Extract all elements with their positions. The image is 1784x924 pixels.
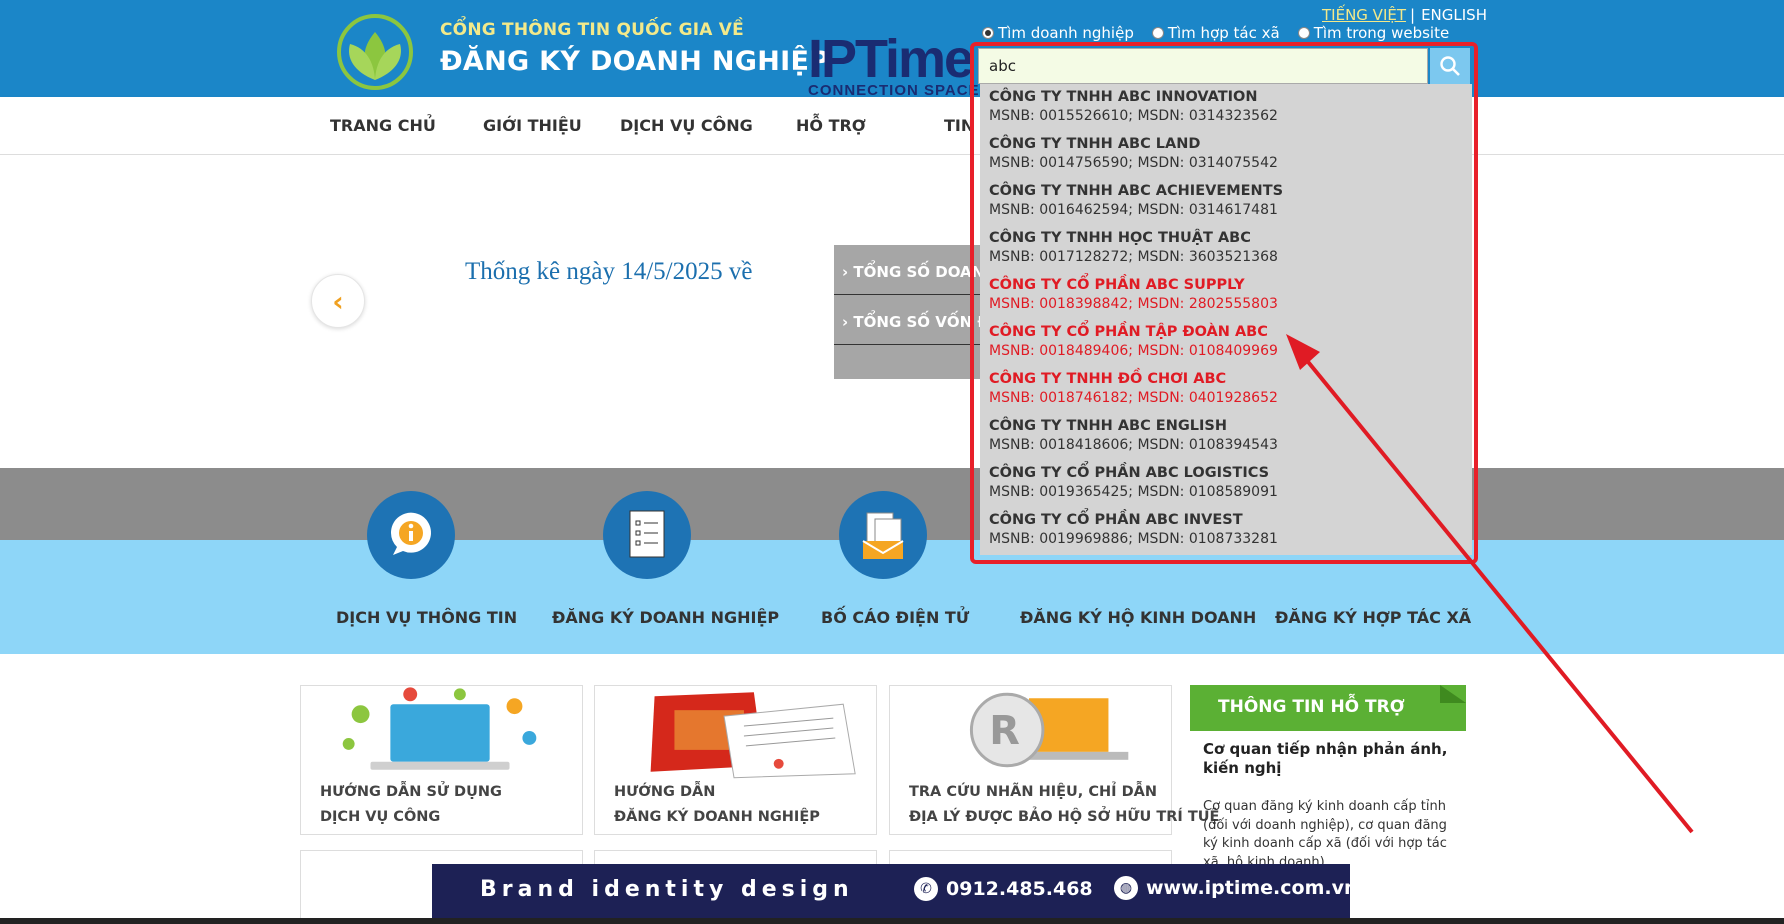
laptop-apps-icon — [342, 687, 537, 770]
brand-strip: Brand identity design ✆ 0912.485.468 ◍ www… — [432, 864, 1358, 918]
service-label-household-business[interactable]: ĐĂNG KÝ HỘ KINH DOANH — [1020, 608, 1256, 627]
search-option-cooperative[interactable]: Tìm hợp tác xã — [1151, 24, 1280, 42]
service-label-info[interactable]: DỊCH VỤ THÔNG TIN — [336, 608, 517, 627]
search-option-business[interactable]: Tìm doanh nghiệp — [982, 24, 1134, 42]
lang-vietnamese-link[interactable]: TIẾNG VIỆT — [1322, 6, 1406, 24]
service-label-e-announcement[interactable]: BỐ CÁO ĐIỆN TỬ — [821, 608, 969, 627]
suggestion-company-codes: MSNB: 0014756590; MSDN: 0314075542 — [989, 155, 1278, 171]
brand-website: ◍ www.iptime.com.vn — [1114, 876, 1358, 900]
nav-item-support[interactable]: HỖ TRỢ — [796, 116, 866, 135]
svg-text:R: R — [989, 708, 1020, 754]
radio-icon[interactable] — [982, 27, 994, 39]
card-title-line2: DỊCH VỤ CÔNG — [320, 809, 441, 825]
bottom-bar — [0, 918, 1784, 924]
suggestion-company-name: CÔNG TY CỔ PHẦN ABC SUPPLY — [989, 277, 1245, 293]
suggestion-company-codes: MSNB: 0019365425; MSDN: 0108589091 — [989, 484, 1278, 500]
email-announcement-icon[interactable] — [839, 491, 927, 579]
suggestion-company-name: CÔNG TY TNHH ĐỒ CHƠI ABC — [989, 371, 1227, 387]
search-icon — [1440, 56, 1460, 76]
service-label-business-registration[interactable]: ĐĂNG KÝ DOANH NGHIỆP — [552, 608, 779, 627]
brand-slogan: Brand identity design — [480, 877, 854, 902]
site-subtitle: CỔNG THÔNG TIN QUỐC GIA VỀ — [440, 20, 744, 40]
suggestion-company-name: CÔNG TY CỔ PHẦN ABC LOGISTICS — [989, 465, 1270, 481]
site-header: CỔNG THÔNG TIN QUỐC GIA VỀ ĐĂNG KÝ DOANH… — [0, 0, 1784, 99]
main-nav: TRANG CHỦ GIỚI THIỆU DỊCH VỤ CÔNG HỖ TRỢ… — [0, 97, 1784, 155]
support-heading: THÔNG TIN HỖ TRỢ — [1190, 685, 1466, 731]
suggestion-company-codes: MSNB: 0018746182; MSDN: 0401928652 — [989, 390, 1278, 406]
suggestion-company-name: CÔNG TY TNHH ABC INNOVATION — [989, 89, 1258, 105]
suggestion-item[interactable]: CÔNG TY TNHH ABC LAND MSNB: 0014756590; M… — [980, 135, 1472, 182]
suggestion-item[interactable]: CÔNG TY CỔ PHẦN ABC LOGISTICS MSNB: 00193… — [980, 464, 1472, 511]
radio-icon[interactable] — [1151, 27, 1164, 39]
suggestion-item[interactable]: CÔNG TY TNHH HỌC THUẬT ABC MSNB: 00171282… — [980, 229, 1472, 276]
nav-item-home[interactable]: TRANG CHỦ — [330, 116, 436, 135]
stat-title: Thống kê ngày 14/5/2025 về — [465, 258, 753, 285]
card-business-registration-guide[interactable]: HƯỚNG DẪN ĐĂNG KÝ DOANH NGHIỆP — [594, 685, 877, 835]
card-title-line2: ĐĂNG KÝ DOANH NGHIỆP — [614, 809, 820, 825]
suggestion-company-codes: MSNB: 0017128272; MSDN: 3603521368 — [989, 249, 1278, 265]
card-title-line1: HƯỚNG DẪN SỬ DỤNG — [320, 784, 502, 800]
suggestion-company-name: CÔNG TY TNHH ABC ACHIEVEMENTS — [989, 183, 1284, 199]
search-type-options: Tìm doanh nghiệp Tìm hợp tác xã Tìm tron… — [982, 24, 1449, 42]
partner-logo: IPTime CONNECTION SPACE — [808, 32, 980, 99]
card-title-line2: ĐỊA LÝ ĐƯỢC BẢO HỘ SỞ HỮU TRÍ TUỆ — [909, 809, 1220, 825]
stat-row[interactable]: › TỔNG SỐ DOANH N — [834, 245, 984, 295]
suggestion-company-codes: MSNB: 0018418606; MSDN: 0108394543 — [989, 437, 1278, 453]
lang-english-link[interactable]: ENGLISH — [1421, 6, 1487, 24]
info-service-icon[interactable] — [367, 491, 455, 579]
service-label-cooperative[interactable]: ĐĂNG KÝ HỢP TÁC XÃ — [1275, 608, 1471, 627]
globe-icon: ◍ — [1114, 876, 1138, 900]
radio-icon[interactable] — [1297, 27, 1310, 39]
search-option-website[interactable]: Tìm trong website — [1297, 24, 1449, 42]
support-question[interactable]: Cơ quan tiếp nhận phản ánh, kiến nghị — [1203, 740, 1463, 778]
registered-trademark-icon: R — [969, 692, 1129, 768]
suggestion-company-name: CÔNG TY TNHH ABC ENGLISH — [989, 418, 1227, 434]
nav-item-public-services[interactable]: DỊCH VỤ CÔNG — [620, 116, 753, 135]
suggestion-item[interactable]: CÔNG TY TNHH ABC ENGLISH MSNB: 0018418606… — [980, 417, 1472, 464]
carousel-prev-button[interactable]: ‹ — [311, 274, 365, 328]
leaf-logo-icon[interactable] — [332, 10, 418, 90]
suggestion-item[interactable]: CÔNG TY CỔ PHẦN TẬP ĐOÀN ABC MSNB: 001848… — [980, 323, 1472, 370]
suggestion-company-codes: MSNB: 0019969886; MSDN: 0108733281 — [989, 531, 1278, 547]
suggestion-company-name: CÔNG TY TNHH HỌC THUẬT ABC — [989, 230, 1251, 246]
nav-item-about[interactable]: GIỚI THIỆU — [483, 116, 582, 135]
phone-icon: ✆ — [914, 877, 938, 901]
suggestion-company-codes: MSNB: 0016462594; MSDN: 0314617481 — [989, 202, 1278, 218]
stat-box: › TỔNG SỐ DOANH N › TỔNG SỐ VỐN ĐĂ — [834, 245, 984, 379]
site-title[interactable]: ĐĂNG KÝ DOANH NGHIỆP — [440, 46, 829, 77]
search-suggestions: CÔNG TY TNHH ABC INNOVATION MSNB: 0015526… — [980, 84, 1472, 555]
card-public-service-guide[interactable]: HƯỚNG DẪN SỬ DỤNG DỊCH VỤ CÔNG — [300, 685, 583, 835]
card-title-line1: HƯỚNG DẪN — [614, 784, 716, 800]
search-input[interactable]: abc — [978, 48, 1428, 84]
card-title-line1: TRA CỨU NHÃN HIỆU, CHỈ DẪN — [909, 784, 1157, 800]
partner-logo-text: IPTime — [808, 29, 974, 89]
brand-phone: ✆ 0912.485.468 — [914, 877, 1093, 901]
suggestion-company-name: CÔNG TY CỔ PHẦN ABC INVEST — [989, 512, 1243, 528]
suggestion-item[interactable]: CÔNG TY TNHH ABC INNOVATION MSNB: 0015526… — [980, 88, 1472, 135]
card-trademark-lookup[interactable]: R TRA CỨU NHÃN HIỆU, CHỈ DẪN ĐỊA LÝ ĐƯỢC… — [889, 685, 1219, 835]
suggestion-company-name: CÔNG TY TNHH ABC LAND — [989, 136, 1201, 152]
lang-separator: | — [1410, 6, 1416, 24]
suggestion-company-codes: MSNB: 0018489406; MSDN: 0108409969 — [989, 343, 1278, 359]
suggestion-item[interactable]: CÔNG TY TNHH ABC ACHIEVEMENTS MSNB: 00164… — [980, 182, 1472, 229]
suggestion-item[interactable]: CÔNG TY CỔ PHẦN ABC SUPPLY MSNB: 00183988… — [980, 276, 1472, 323]
language-switch: TIẾNG VIỆT | ENGLISH — [1322, 6, 1487, 24]
suggestion-company-codes: MSNB: 0018398842; MSDN: 2802555803 — [989, 296, 1278, 312]
search-button[interactable] — [1430, 48, 1470, 84]
suggestion-item[interactable]: CÔNG TY TNHH ĐỒ CHƠI ABC MSNB: 0018746182… — [980, 370, 1472, 417]
stat-row[interactable]: › TỔNG SỐ VỐN ĐĂ — [834, 295, 984, 345]
certificate-icon — [650, 692, 856, 779]
support-answer: Cơ quan đăng ký kinh doanh cấp tỉnh (đối… — [1203, 799, 1447, 870]
chevron-left-icon: ‹ — [332, 284, 344, 318]
suggestion-item[interactable]: CÔNG TY CỔ PHẦN ABC INVEST MSNB: 00199698… — [980, 511, 1472, 558]
suggestion-company-codes: MSNB: 0015526610; MSDN: 0314323562 — [989, 108, 1278, 124]
registration-document-icon[interactable] — [603, 491, 691, 579]
suggestion-company-name: CÔNG TY CỔ PHẦN TẬP ĐOÀN ABC — [989, 324, 1268, 340]
